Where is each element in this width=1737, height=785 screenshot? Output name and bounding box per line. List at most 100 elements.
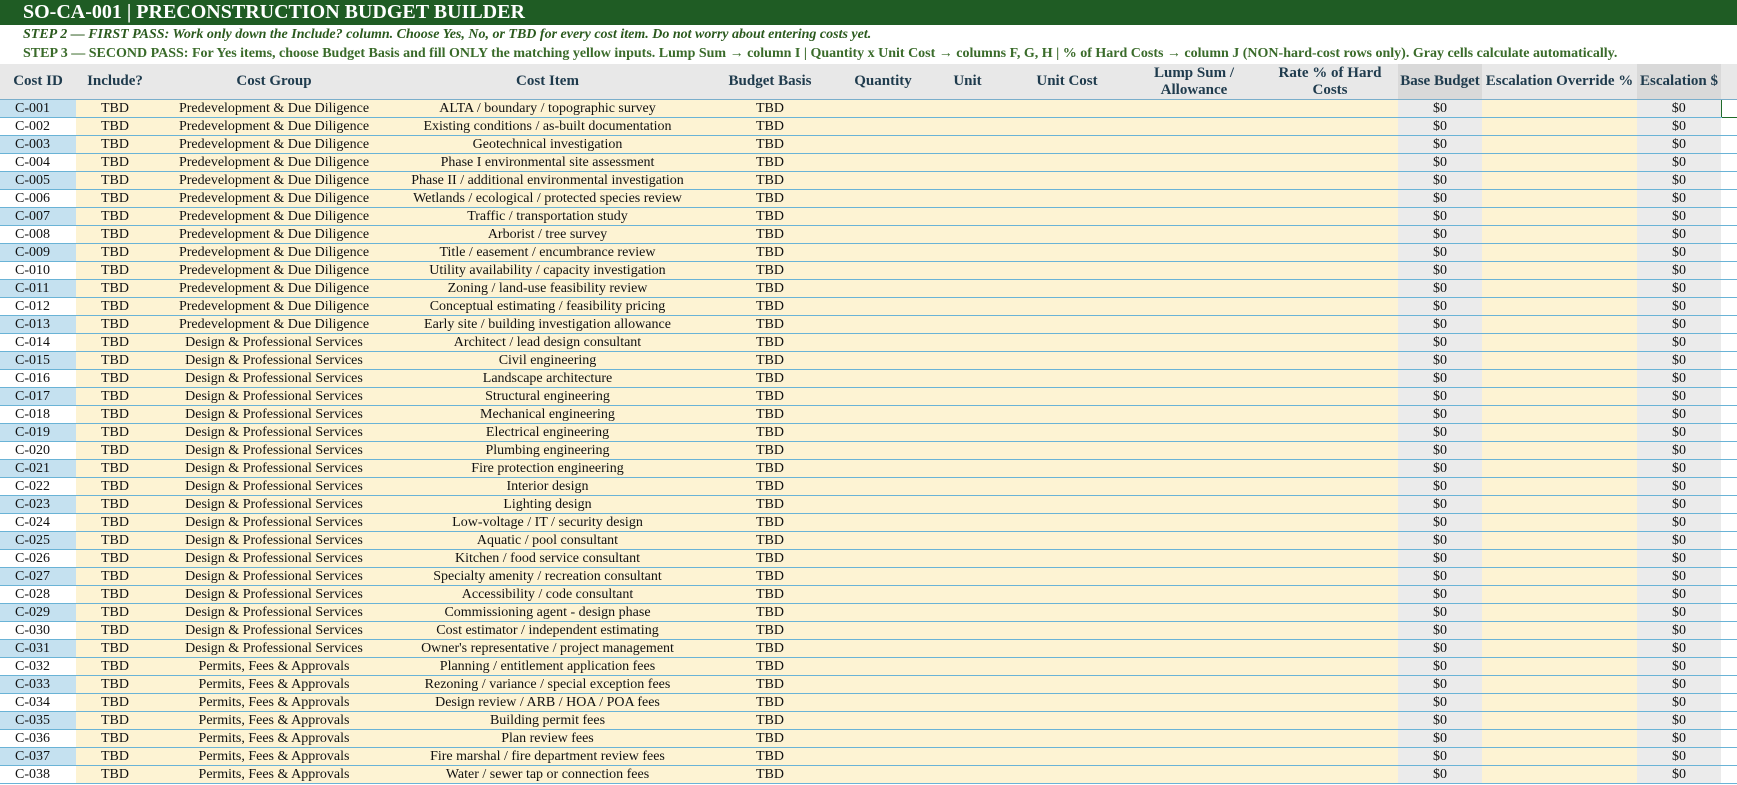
lump-sum-cell[interactable]: [1126, 513, 1262, 532]
cost-group-cell[interactable]: Design & Professional Services: [154, 387, 394, 406]
unit-cost-cell[interactable]: [1008, 585, 1126, 604]
edge-cell[interactable]: [1721, 423, 1737, 442]
quantity-cell[interactable]: [839, 567, 927, 586]
cost-id-cell[interactable]: C-022: [0, 477, 76, 496]
unit-cell[interactable]: [927, 279, 1008, 298]
budget-basis-cell[interactable]: TBD: [701, 549, 839, 568]
quantity-cell[interactable]: [839, 621, 927, 640]
rate-cell[interactable]: [1262, 171, 1398, 190]
cost-group-cell[interactable]: Predevelopment & Due Diligence: [154, 117, 394, 136]
lump-sum-cell[interactable]: [1126, 261, 1262, 280]
quantity-cell[interactable]: [839, 171, 927, 190]
unit-cost-cell[interactable]: [1008, 423, 1126, 442]
unit-cell[interactable]: [927, 585, 1008, 604]
escalation-override-cell[interactable]: [1482, 333, 1637, 352]
unit-cost-cell[interactable]: [1008, 747, 1126, 766]
unit-cell[interactable]: [927, 477, 1008, 496]
unit-cost-cell[interactable]: [1008, 729, 1126, 748]
cost-item-cell[interactable]: Owner's representative / project managem…: [394, 639, 701, 658]
header-cost-group[interactable]: Cost Group: [154, 64, 394, 100]
escalation-dollars-cell[interactable]: $0: [1637, 477, 1721, 496]
cost-id-cell[interactable]: C-012: [0, 297, 76, 316]
escalation-dollars-cell[interactable]: $0: [1637, 333, 1721, 352]
unit-cell[interactable]: [927, 369, 1008, 388]
escalation-override-cell[interactable]: [1482, 117, 1637, 136]
edge-cell[interactable]: [1721, 351, 1737, 370]
escalation-dollars-cell[interactable]: $0: [1637, 495, 1721, 514]
edge-cell[interactable]: [1721, 477, 1737, 496]
escalation-dollars-cell[interactable]: $0: [1637, 567, 1721, 586]
include-cell[interactable]: TBD: [76, 135, 154, 154]
budget-basis-cell[interactable]: TBD: [701, 243, 839, 262]
base-budget-cell[interactable]: $0: [1398, 279, 1482, 298]
quantity-cell[interactable]: [839, 765, 927, 784]
lump-sum-cell[interactable]: [1126, 333, 1262, 352]
base-budget-cell[interactable]: $0: [1398, 369, 1482, 388]
lump-sum-cell[interactable]: [1126, 549, 1262, 568]
lump-sum-cell[interactable]: [1126, 297, 1262, 316]
cost-group-cell[interactable]: Design & Professional Services: [154, 477, 394, 496]
budget-basis-cell[interactable]: TBD: [701, 369, 839, 388]
quantity-cell[interactable]: [839, 387, 927, 406]
cost-item-cell[interactable]: Planning / entitlement application fees: [394, 657, 701, 676]
include-cell[interactable]: TBD: [76, 603, 154, 622]
escalation-override-cell[interactable]: [1482, 243, 1637, 262]
cost-id-cell[interactable]: C-036: [0, 729, 76, 748]
quantity-cell[interactable]: [839, 315, 927, 334]
rate-cell[interactable]: [1262, 513, 1398, 532]
escalation-dollars-cell[interactable]: $0: [1637, 711, 1721, 730]
cost-id-cell[interactable]: C-014: [0, 333, 76, 352]
cost-group-cell[interactable]: Design & Professional Services: [154, 621, 394, 640]
budget-basis-cell[interactable]: TBD: [701, 621, 839, 640]
escalation-override-cell[interactable]: [1482, 495, 1637, 514]
lump-sum-cell[interactable]: [1126, 423, 1262, 442]
header-cost-id[interactable]: Cost ID: [0, 64, 76, 100]
cost-id-cell[interactable]: C-030: [0, 621, 76, 640]
edge-cell[interactable]: [1721, 747, 1737, 766]
cost-item-cell[interactable]: Phase I environmental site assessment: [394, 153, 701, 172]
cost-group-cell[interactable]: Predevelopment & Due Diligence: [154, 207, 394, 226]
cost-group-cell[interactable]: Design & Professional Services: [154, 513, 394, 532]
rate-cell[interactable]: [1262, 423, 1398, 442]
cost-group-cell[interactable]: Predevelopment & Due Diligence: [154, 171, 394, 190]
header-include[interactable]: Include?: [76, 64, 154, 100]
rate-cell[interactable]: [1262, 99, 1398, 118]
unit-cell[interactable]: [927, 99, 1008, 118]
base-budget-cell[interactable]: $0: [1398, 351, 1482, 370]
include-cell[interactable]: TBD: [76, 675, 154, 694]
escalation-dollars-cell[interactable]: $0: [1637, 243, 1721, 262]
quantity-cell[interactable]: [839, 729, 927, 748]
header-rate[interactable]: Rate % of Hard Costs: [1262, 64, 1398, 100]
base-budget-cell[interactable]: $0: [1398, 477, 1482, 496]
cost-item-cell[interactable]: Landscape architecture: [394, 369, 701, 388]
unit-cell[interactable]: [927, 639, 1008, 658]
escalation-override-cell[interactable]: [1482, 567, 1637, 586]
cost-item-cell[interactable]: Fire protection engineering: [394, 459, 701, 478]
include-cell[interactable]: TBD: [76, 279, 154, 298]
escalation-dollars-cell[interactable]: $0: [1637, 693, 1721, 712]
unit-cell[interactable]: [927, 747, 1008, 766]
edge-cell[interactable]: [1721, 225, 1737, 244]
quantity-cell[interactable]: [839, 675, 927, 694]
rate-cell[interactable]: [1262, 333, 1398, 352]
lump-sum-cell[interactable]: [1126, 747, 1262, 766]
cost-item-cell[interactable]: Specialty amenity / recreation consultan…: [394, 567, 701, 586]
base-budget-cell[interactable]: $0: [1398, 135, 1482, 154]
edge-cell[interactable]: [1721, 459, 1737, 478]
include-cell[interactable]: TBD: [76, 549, 154, 568]
unit-cell[interactable]: [927, 495, 1008, 514]
rate-cell[interactable]: [1262, 225, 1398, 244]
cost-id-cell[interactable]: C-011: [0, 279, 76, 298]
rate-cell[interactable]: [1262, 297, 1398, 316]
budget-basis-cell[interactable]: TBD: [701, 747, 839, 766]
budget-basis-cell[interactable]: TBD: [701, 135, 839, 154]
unit-cost-cell[interactable]: [1008, 531, 1126, 550]
quantity-cell[interactable]: [839, 495, 927, 514]
budget-basis-cell[interactable]: TBD: [701, 225, 839, 244]
escalation-dollars-cell[interactable]: $0: [1637, 297, 1721, 316]
quantity-cell[interactable]: [839, 747, 927, 766]
include-cell[interactable]: TBD: [76, 495, 154, 514]
quantity-cell[interactable]: [839, 99, 927, 118]
unit-cost-cell[interactable]: [1008, 711, 1126, 730]
quantity-cell[interactable]: [839, 549, 927, 568]
